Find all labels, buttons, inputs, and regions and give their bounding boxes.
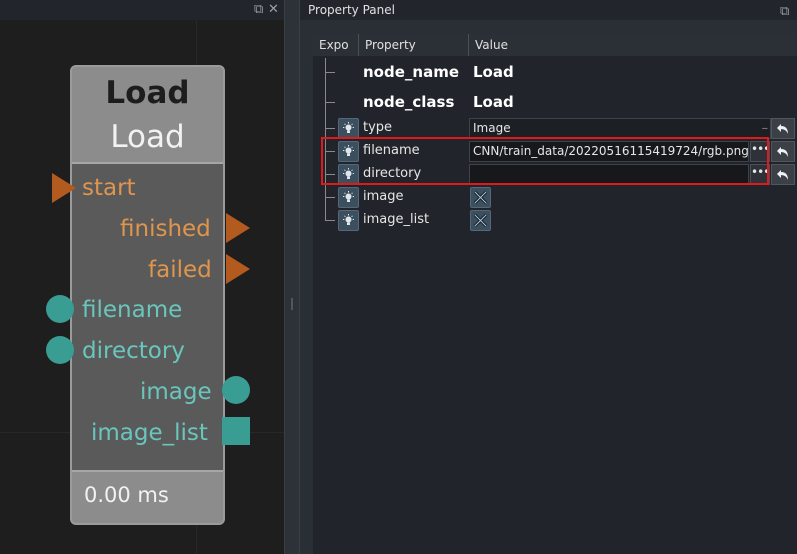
filename-value: CNN/train_data/20220516115419724/rgb.png [473,144,749,158]
column-header-expo[interactable]: Expo [313,34,359,56]
node-class-label: Load [110,119,185,155]
property-image-list: image_list [363,212,430,227]
expose-directory-button[interactable] [338,164,359,185]
close-icon[interactable]: ✕ [268,2,280,17]
reset-type-button[interactable] [771,118,795,139]
node-timing: 0.00 ms [84,483,169,507]
tree-line [325,151,335,152]
splitter-grip [291,298,293,310]
value-node-class: Load [473,93,514,111]
expose-image-button[interactable] [338,187,359,208]
image-output-port[interactable] [222,376,250,404]
tree-line [325,174,335,175]
type-combobox[interactable]: Image ‒ [469,118,771,139]
tree-line [325,102,335,103]
lightbulb-icon [343,168,354,179]
canvas-titlebar: ⧉ ✕ [0,0,284,20]
directory-input-port[interactable] [46,336,74,364]
expose-image-list-button[interactable] [338,210,359,231]
port-label-failed: failed [148,257,212,283]
port-label-image-list: image_list [91,420,208,446]
filename-input[interactable]: CNN/train_data/20220516115419724/rgb.png [469,141,749,162]
column-header-property[interactable]: Property [359,34,469,56]
undo-arrow-icon [777,147,788,157]
port-label-start: start [82,175,136,201]
tree-line [325,72,335,73]
panel-splitter[interactable] [284,0,300,554]
property-filename: filename [363,143,420,158]
port-label-image: image [140,379,212,405]
property-table: Expo Property Value [313,34,797,554]
property-node-name: node_name [363,63,459,81]
lightbulb-icon [343,145,354,156]
panel-title: Property Panel [308,3,395,17]
finished-output-port[interactable] [226,213,250,243]
image-value-button[interactable] [470,187,491,208]
lightbulb-icon [343,191,354,202]
expose-filename-button[interactable] [338,141,359,162]
property-image: image [363,189,404,204]
image-list-value-button[interactable] [470,210,491,231]
value-node-name: Load [473,63,514,81]
property-directory: directory [363,166,422,181]
port-label-finished: finished [120,216,211,242]
expose-type-button[interactable] [338,118,359,139]
load-node[interactable]: Load Load 0.00 ms [70,65,225,525]
chevron-down-icon: ‒ [761,123,768,134]
filename-input-port[interactable] [46,295,74,323]
graph-canvas[interactable]: ⧉ ✕ Load Load 0.00 ms start finished fai… [0,0,284,554]
lightbulb-icon [343,122,354,133]
tree-line [325,128,335,129]
failed-output-port[interactable] [226,254,250,284]
port-label-directory: directory [82,338,185,364]
reset-filename-button[interactable] [771,141,795,162]
property-panel-titlebar: Property Panel ⧉ [300,0,797,20]
tree-line [325,197,335,198]
start-input-port[interactable] [52,173,76,203]
tree-line [325,220,335,221]
float-icon[interactable]: ⧉ [780,2,790,22]
directory-input[interactable] [469,164,749,185]
type-value: Image [473,121,511,135]
float-icon[interactable]: ⧉ [254,2,264,17]
browse-filename-button[interactable]: ••• [750,141,770,162]
node-title: Load [105,75,190,111]
undo-arrow-icon [777,124,788,134]
image-list-output-port[interactable] [222,417,250,445]
undo-arrow-icon [777,170,788,180]
property-type: type [363,120,393,135]
browse-directory-button[interactable]: ••• [750,164,770,185]
image-slot-icon [473,213,488,228]
lightbulb-icon [343,214,354,225]
column-header-value[interactable]: Value [469,34,797,56]
port-label-filename: filename [82,297,183,323]
property-node-class: node_class [363,93,455,111]
image-slot-icon [473,190,488,205]
reset-directory-button[interactable] [771,164,795,185]
